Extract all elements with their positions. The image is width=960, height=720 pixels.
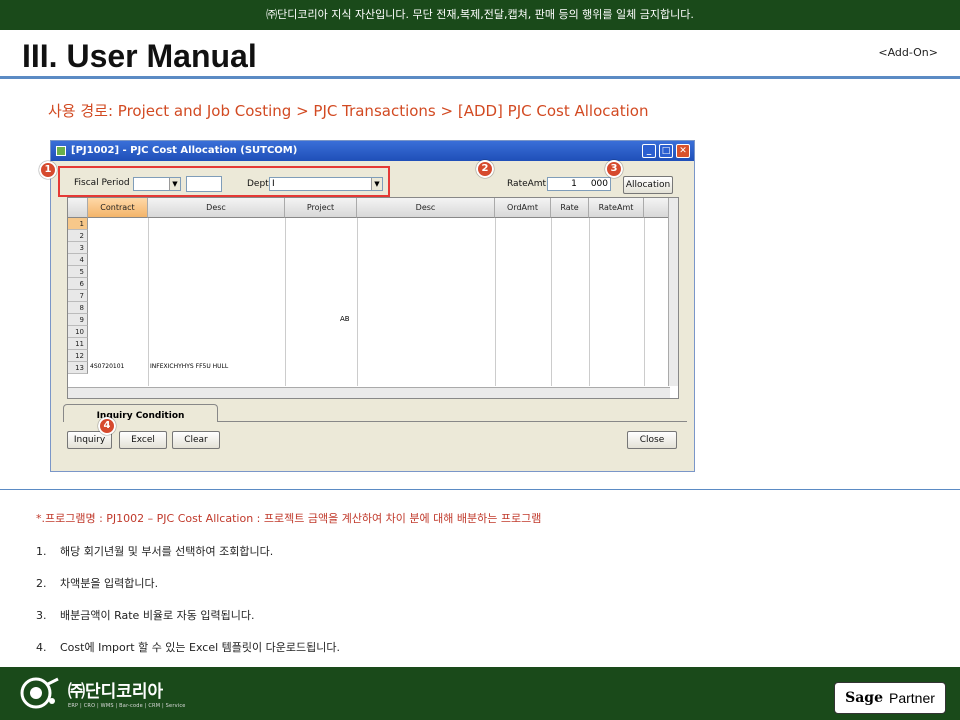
grid-line [551, 218, 552, 386]
row-number[interactable]: 9 [68, 314, 88, 326]
row-number[interactable]: 11 [68, 338, 88, 350]
grid-line [589, 218, 590, 386]
step-number: 2. [36, 577, 47, 590]
minimize-icon[interactable]: _ [642, 144, 656, 158]
row-number[interactable]: 2 [68, 230, 88, 242]
col-desc2[interactable]: Desc [357, 198, 495, 218]
cell-desc[interactable]: INFEXICHYHYS FF5U HULL [150, 363, 228, 370]
program-description: *.프로그램명 : PJ1002 – PJC Cost Allcation : … [36, 512, 542, 525]
row-number[interactable]: 12 [68, 350, 88, 362]
excel-button[interactable]: Excel [119, 431, 167, 449]
col-desc[interactable]: Desc [148, 198, 285, 218]
sage-partner-logo: Sage Partner [834, 682, 946, 714]
col-ordamt[interactable]: OrdAmt [495, 198, 551, 218]
rateamt-value-tail: 000 [590, 179, 608, 189]
close-button[interactable]: Close [627, 431, 677, 449]
row-number[interactable]: 13 [68, 362, 88, 374]
rateamt-value: 1 [571, 179, 577, 189]
close-icon[interactable]: ✕ [676, 144, 690, 158]
col-filler [644, 198, 670, 218]
step-text: 배분금액이 Rate 비율로 자동 입력됩니다. [60, 609, 255, 622]
grid-corner[interactable] [68, 198, 88, 218]
step-text: 해당 회기년월 및 부서를 선택하여 조회합니다. [60, 545, 274, 558]
app-icon [56, 146, 66, 156]
cell-contract[interactable]: 4S0720101 [90, 363, 124, 370]
step-item: 3. 배분금액이 Rate 비율로 자동 입력됩니다. [36, 607, 255, 623]
tab-divider [217, 421, 687, 422]
grid-line [357, 218, 358, 386]
step-number: 4. [36, 641, 47, 654]
row-number[interactable]: 8 [68, 302, 88, 314]
sage-wordmark: Sage [845, 690, 883, 706]
row-number[interactable]: 1 [68, 218, 88, 230]
step-number: 1. [36, 545, 47, 558]
allocation-button[interactable]: Allocation [623, 176, 673, 194]
vertical-scrollbar[interactable] [668, 198, 678, 386]
window-title: [PJ1002] - PJC Cost Allocation (SUTCOM) [71, 145, 298, 156]
addon-label: <Add-On> [878, 46, 938, 59]
filter-highlight [58, 166, 390, 197]
rateamt-input[interactable]: 1 000 [547, 177, 611, 191]
callout-badge: 3 [605, 160, 623, 178]
title-divider [0, 76, 960, 79]
step-number: 3. [36, 609, 47, 622]
callout-badge: 2 [476, 160, 494, 178]
maximize-icon[interactable]: □ [659, 144, 673, 158]
clear-button[interactable]: Clear [172, 431, 220, 449]
step-text: Cost에 Import 할 수 있는 Excel 템플릿이 다운로드됩니다. [60, 641, 340, 654]
page-title: III. User Manual [22, 38, 257, 74]
copyright-banner: ㈜단디코리아 지식 자산입니다. 무단 전재,복제,전달,캡쳐, 판매 등의 행… [0, 0, 960, 30]
row-number[interactable]: 5 [68, 266, 88, 278]
row-number[interactable]: 6 [68, 278, 88, 290]
step-item: 2. 차액분을 입력합니다. [36, 575, 158, 591]
grid-line [495, 218, 496, 386]
partner-wordmark: Partner [888, 690, 935, 706]
menu-path: 사용 경로: Project and Job Costing > PJC Tra… [48, 102, 649, 120]
callout-badge: 1 [39, 161, 57, 179]
callout-badge: 4 [98, 417, 116, 435]
col-rateamt[interactable]: RateAmt [589, 198, 644, 218]
step-text: 차액분을 입력합니다. [60, 577, 159, 590]
horizontal-scrollbar[interactable] [68, 387, 670, 398]
grid-line [285, 218, 286, 386]
col-project[interactable]: Project [285, 198, 357, 218]
grid-line [644, 218, 645, 386]
row-number[interactable]: 7 [68, 290, 88, 302]
rateamt-label: RateAmt [507, 179, 547, 189]
cell-project[interactable]: AB [340, 315, 350, 323]
col-contract[interactable]: Contract [88, 198, 148, 218]
window-titlebar: [PJ1002] - PJC Cost Allocation (SUTCOM) … [51, 141, 694, 161]
row-number[interactable]: 10 [68, 326, 88, 338]
step-item: 4. Cost에 Import 할 수 있는 Excel 템플릿이 다운로드됩니다… [36, 639, 340, 655]
grid-line [148, 218, 149, 386]
step-item: 1. 해당 회기년월 및 부서를 선택하여 조회합니다. [36, 543, 273, 559]
company-tagline: ERP | CRO | WMS | Bar-code | CRM | Servi… [68, 703, 186, 709]
row-number[interactable]: 4 [68, 254, 88, 266]
data-grid[interactable]: Contract Desc Project Desc OrdAmt Rate R… [67, 197, 679, 399]
footer: ㈜단디코리아 ERP | CRO | WMS | Bar-code | CRM … [0, 667, 960, 720]
row-number[interactable]: 3 [68, 242, 88, 254]
col-rate[interactable]: Rate [551, 198, 589, 218]
company-logo-icon [20, 677, 59, 709]
tab-inquiry-condition[interactable]: Inquiry Condition [63, 404, 218, 422]
section-divider [0, 489, 960, 490]
company-name: ㈜단디코리아 [68, 682, 164, 702]
